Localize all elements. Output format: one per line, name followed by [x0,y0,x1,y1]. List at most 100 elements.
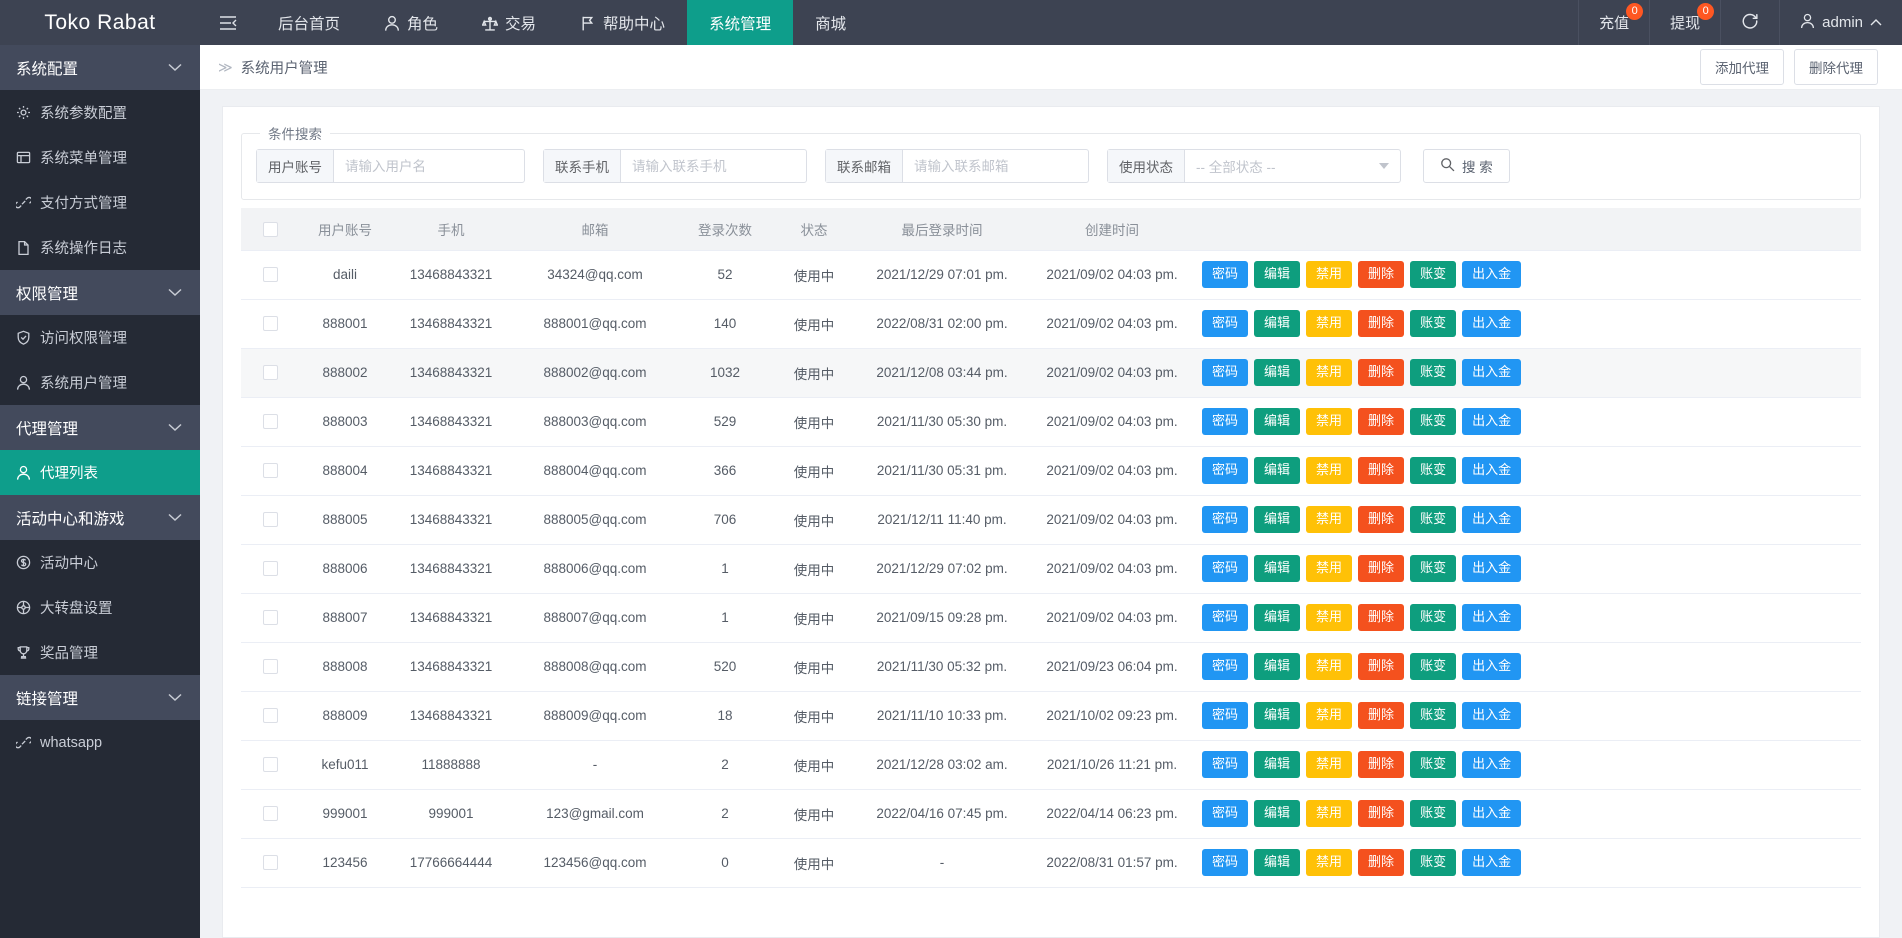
action-button-3[interactable]: 禁用 [1306,408,1352,434]
action-button-2[interactable]: 编辑 [1254,800,1300,826]
action-button-4[interactable]: 删除 [1358,653,1404,679]
action-button-6[interactable]: 出入金 [1462,310,1521,336]
action-button-1[interactable]: 密码 [1202,408,1248,434]
action-button-2[interactable]: 编辑 [1254,555,1300,581]
action-button-1[interactable]: 密码 [1202,310,1248,336]
action-button-3[interactable]: 禁用 [1306,506,1352,532]
action-button-2[interactable]: 编辑 [1254,506,1300,532]
sidebar-group-4[interactable]: 活动中心和游戏 [0,495,200,540]
sidebar-group-3[interactable]: 代理管理 [0,405,200,450]
action-button-5[interactable]: 账变 [1410,310,1456,336]
action-button-6[interactable]: 出入金 [1462,604,1521,630]
action-button-6[interactable]: 出入金 [1462,457,1521,483]
withdraw-button[interactable]: 提现 0 [1649,0,1720,45]
action-button-5[interactable]: 账变 [1410,359,1456,385]
action-button-5[interactable]: 账变 [1410,408,1456,434]
row-checkbox[interactable] [263,659,278,674]
user-account-input[interactable] [334,150,524,182]
sidebar-item-1-2[interactable]: 系统菜单管理 [0,135,200,180]
action-button-5[interactable]: 账变 [1410,800,1456,826]
sidebar-item-4-2[interactable]: 大转盘设置 [0,585,200,630]
action-button-4[interactable]: 删除 [1358,604,1404,630]
action-button-5[interactable]: 账变 [1410,506,1456,532]
action-button-4[interactable]: 删除 [1358,506,1404,532]
user-menu[interactable]: admin [1779,0,1902,45]
action-button-2[interactable]: 编辑 [1254,457,1300,483]
action-button-1[interactable]: 密码 [1202,261,1248,287]
sidebar-item-1-1[interactable]: 系统参数配置 [0,90,200,135]
row-checkbox[interactable] [263,463,278,478]
action-button-1[interactable]: 密码 [1202,555,1248,581]
action-button-6[interactable]: 出入金 [1462,506,1521,532]
row-checkbox[interactable] [263,757,278,772]
select-all-checkbox[interactable] [241,208,299,250]
action-button-3[interactable]: 禁用 [1306,653,1352,679]
sidebar-item-4-1[interactable]: 活动中心 [0,540,200,585]
search-button[interactable]: 搜 索 [1423,149,1510,183]
usage-status-select[interactable]: -- 全部状态 -- [1185,150,1400,182]
action-button-1[interactable]: 密码 [1202,506,1248,532]
sidebar-group-2[interactable]: 权限管理 [0,270,200,315]
action-button-4[interactable]: 删除 [1358,359,1404,385]
refresh-button[interactable] [1720,0,1779,45]
action-button-1[interactable]: 密码 [1202,359,1248,385]
add-agent-button[interactable]: 添加代理 [1700,49,1784,85]
action-button-6[interactable]: 出入金 [1462,751,1521,777]
sidebar-item-1-4[interactable]: 系统操作日志 [0,225,200,270]
action-button-3[interactable]: 禁用 [1306,751,1352,777]
action-button-1[interactable]: 密码 [1202,800,1248,826]
action-button-3[interactable]: 禁用 [1306,800,1352,826]
action-button-3[interactable]: 禁用 [1306,310,1352,336]
action-button-6[interactable]: 出入金 [1462,849,1521,875]
row-checkbox[interactable] [263,316,278,331]
row-checkbox[interactable] [263,708,278,723]
row-checkbox[interactable] [263,512,278,527]
action-button-5[interactable]: 账变 [1410,751,1456,777]
sidebar-item-5-1[interactable]: whatsapp [0,720,200,765]
action-button-5[interactable]: 账变 [1410,702,1456,728]
action-button-2[interactable]: 编辑 [1254,702,1300,728]
action-button-6[interactable]: 出入金 [1462,359,1521,385]
action-button-2[interactable]: 编辑 [1254,653,1300,679]
action-button-4[interactable]: 删除 [1358,800,1404,826]
nav-item-5[interactable]: 系统管理 [687,0,793,45]
action-button-2[interactable]: 编辑 [1254,261,1300,287]
action-button-4[interactable]: 删除 [1358,555,1404,581]
row-checkbox[interactable] [263,610,278,625]
action-button-5[interactable]: 账变 [1410,457,1456,483]
action-button-2[interactable]: 编辑 [1254,751,1300,777]
row-checkbox[interactable] [263,855,278,870]
action-button-3[interactable]: 禁用 [1306,359,1352,385]
checkbox-box[interactable] [263,222,278,237]
action-button-3[interactable]: 禁用 [1306,261,1352,287]
nav-item-4[interactable]: 帮助中心 [558,0,687,45]
row-checkbox[interactable] [263,806,278,821]
action-button-4[interactable]: 删除 [1358,261,1404,287]
action-button-4[interactable]: 删除 [1358,702,1404,728]
action-button-2[interactable]: 编辑 [1254,310,1300,336]
row-checkbox[interactable] [263,414,278,429]
contact-phone-input[interactable] [621,150,806,182]
action-button-1[interactable]: 密码 [1202,849,1248,875]
delete-agent-button[interactable]: 删除代理 [1794,49,1878,85]
sidebar-group-5[interactable]: 链接管理 [0,675,200,720]
nav-item-3[interactable]: 交易 [460,0,558,45]
action-button-6[interactable]: 出入金 [1462,800,1521,826]
action-button-2[interactable]: 编辑 [1254,408,1300,434]
action-button-1[interactable]: 密码 [1202,457,1248,483]
sidebar-item-2-2[interactable]: 系统用户管理 [0,360,200,405]
action-button-2[interactable]: 编辑 [1254,604,1300,630]
contact-email-input[interactable] [903,150,1088,182]
action-button-5[interactable]: 账变 [1410,555,1456,581]
action-button-3[interactable]: 禁用 [1306,457,1352,483]
action-button-6[interactable]: 出入金 [1462,261,1521,287]
action-button-1[interactable]: 密码 [1202,653,1248,679]
sidebar-item-4-3[interactable]: 奖品管理 [0,630,200,675]
action-button-5[interactable]: 账变 [1410,849,1456,875]
action-button-3[interactable]: 禁用 [1306,555,1352,581]
recharge-button[interactable]: 充值 0 [1578,0,1649,45]
sidebar-group-1[interactable]: 系统配置 [0,45,200,90]
nav-item-2[interactable]: 角色 [362,0,460,45]
action-button-6[interactable]: 出入金 [1462,408,1521,434]
action-button-2[interactable]: 编辑 [1254,359,1300,385]
